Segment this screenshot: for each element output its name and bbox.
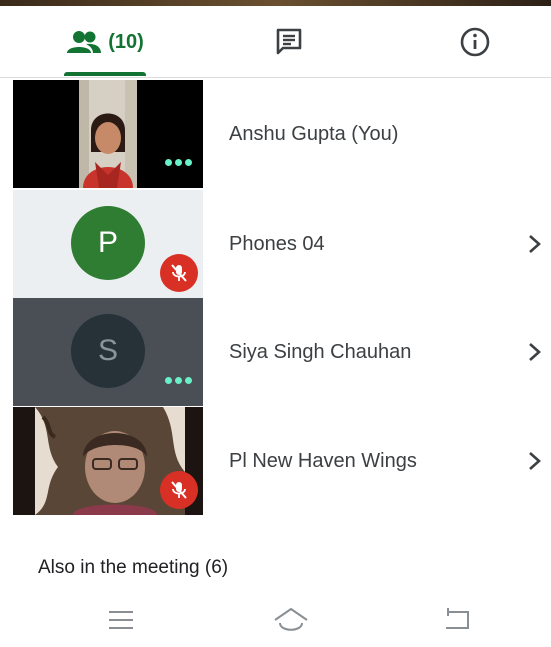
participant-avatar-tile: P: [13, 190, 203, 298]
chevron-right-icon[interactable]: [524, 340, 546, 364]
info-icon: [460, 27, 490, 57]
chevron-right-icon[interactable]: [524, 232, 546, 256]
back-icon[interactable]: [434, 604, 482, 636]
participant-video-tile: [13, 407, 203, 515]
participant-name: Phones 04: [229, 232, 325, 255]
mic-off-icon: [160, 471, 198, 509]
participant-row[interactable]: P Phones 04: [0, 190, 551, 298]
tab-chat[interactable]: [214, 6, 364, 78]
participant-row[interactable]: S Siya Singh Chauhan: [0, 298, 551, 406]
panel-tabs: (10): [0, 6, 551, 78]
participant-name: Pl New Haven Wings: [229, 449, 417, 472]
avatar: S: [71, 314, 145, 388]
participant-video: [79, 80, 137, 188]
menu-icon[interactable]: [97, 604, 145, 636]
people-icon: [67, 31, 102, 53]
home-icon[interactable]: [267, 604, 315, 636]
tab-info[interactable]: [400, 6, 550, 78]
tab-people[interactable]: (10): [30, 6, 180, 78]
also-in-meeting-header[interactable]: Also in the meeting (6): [38, 557, 228, 579]
active-tab-indicator: [64, 72, 146, 76]
participant-video-tile: [13, 80, 203, 188]
avatar: P: [71, 206, 145, 280]
participant-row[interactable]: Pl New Haven Wings: [0, 407, 551, 515]
mic-off-icon: [160, 254, 198, 292]
participant-avatar-tile: S: [13, 298, 203, 406]
system-navigation-bar: [0, 594, 551, 647]
more-options-icon[interactable]: [165, 159, 192, 166]
participant-name: Anshu Gupta (You): [229, 122, 399, 145]
more-options-icon[interactable]: [165, 377, 192, 384]
participant-row: Anshu Gupta (You): [0, 80, 551, 188]
chat-icon: [276, 28, 302, 55]
participant-name: Siya Singh Chauhan: [229, 340, 412, 363]
participant-count: (10): [108, 30, 144, 53]
chevron-right-icon[interactable]: [524, 449, 546, 473]
